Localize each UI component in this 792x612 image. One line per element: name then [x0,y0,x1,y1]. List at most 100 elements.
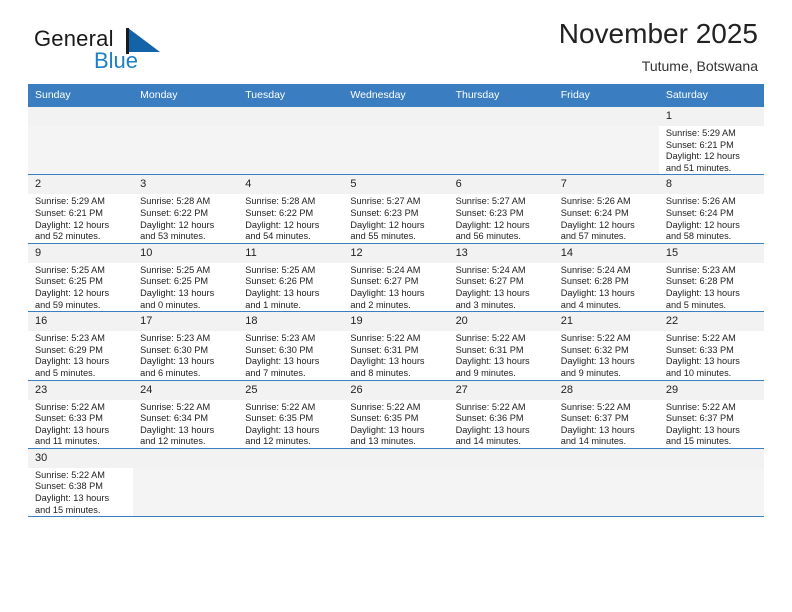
calendar-week-row: 30 Sunrise: 5:22 AM Sunset: 6:38 PM Dayligh… [28,447,764,518]
calendar-day-cell[interactable]: 20 Sunrise: 5:22 AM Sunset: 6:31 PM Dayligh… [448,311,554,381]
day-daylight-2-text: and 4 minutes. [560,299,621,310]
calendar-day-cell[interactable]: 19 Sunrise: 5:22 AM Sunset: 6:31 PM Dayligh… [343,311,449,381]
day-details: Sunrise: 5:26 AM Sunset: 6:24 PM Daylight:… [659,194,764,242]
day-sunset-text: Sunset: 6:36 PM [455,413,524,424]
day-sunrise-text: Sunrise: 5:23 AM [245,333,316,344]
calendar-day-cell-empty [28,105,134,176]
day-daylight-2-text: and 1 minute. [245,299,301,310]
day-daylight-1-text: Daylight: 12 hours [560,219,635,230]
day-cell-content [448,107,554,174]
day-details: Sunrise: 5:28 AM Sunset: 6:22 PM Daylight:… [133,194,238,242]
day-daylight-1-text: Daylight: 13 hours [560,424,635,435]
calendar-day-cell[interactable]: 28 Sunrise: 5:22 AM Sunset: 6:37 PM Dayligh… [553,379,659,449]
calendar-day-cell[interactable]: 7 Sunrise: 5:26 AM Sunset: 6:24 PM Daylight… [553,174,659,244]
day-sunrise-text: Sunrise: 5:22 AM [665,333,736,344]
calendar-day-cell[interactable]: 14 Sunrise: 5:24 AM Sunset: 6:28 PM Dayligh… [553,242,659,313]
calendar-day-cell[interactable]: 2 Sunrise: 5:29 AM Sunset: 6:21 PM Daylight… [28,174,134,244]
calendar-day-cell[interactable]: 6 Sunrise: 5:27 AM Sunset: 6:23 PM Daylight… [448,174,554,244]
day-number: 2 [28,175,134,195]
day-details: Sunrise: 5:26 AM Sunset: 6:24 PM Daylight:… [554,194,659,242]
day-sunrise-text: Sunrise: 5:22 AM [455,401,526,412]
calendar-day-cell-empty [343,105,449,176]
day-number: 7 [553,175,659,195]
calendar-day-cell[interactable]: 1 Sunrise: 5:29 AM Sunset: 6:21 PM Daylight… [658,105,764,176]
calendar-day-cell[interactable]: 4 Sunrise: 5:28 AM Sunset: 6:22 PM Daylight… [238,174,344,244]
day-daylight-2-text: and 59 minutes. [35,299,101,310]
day-details: Sunrise: 5:22 AM Sunset: 6:36 PM Daylight:… [449,400,554,448]
day-number: 28 [553,380,659,400]
calendar-day-cell[interactable]: 24 Sunrise: 5:22 AM Sunset: 6:34 PM Dayligh… [133,379,239,449]
day-cell-content [238,107,344,174]
day-sunrise-text: Sunrise: 5:27 AM [455,196,526,207]
calendar-day-cell[interactable]: 11 Sunrise: 5:25 AM Sunset: 6:26 PM Dayligh… [238,242,344,313]
calendar-day-cell[interactable]: 30 Sunrise: 5:22 AM Sunset: 6:38 PM Dayligh… [28,447,134,518]
day-daylight-2-text: and 52 minutes. [35,231,101,242]
calendar-day-cell[interactable]: 13 Sunrise: 5:24 AM Sunset: 6:27 PM Dayligh… [448,242,554,313]
calendar-day-cell[interactable]: 26 Sunrise: 5:22 AM Sunset: 6:35 PM Dayligh… [343,379,449,449]
calendar-day-cell[interactable]: 27 Sunrise: 5:22 AM Sunset: 6:36 PM Dayligh… [448,379,554,449]
day-daylight-1-text: Daylight: 13 hours [35,356,110,367]
day-cell-content: 4 Sunrise: 5:28 AM Sunset: 6:22 PM Daylight… [238,175,344,242]
day-details: Sunrise: 5:22 AM Sunset: 6:31 PM Daylight:… [343,331,448,379]
day-cell-content: 16 Sunrise: 5:23 AM Sunset: 6:29 PM Dayligh… [28,312,134,379]
calendar-day-cell[interactable]: 8 Sunrise: 5:26 AM Sunset: 6:24 PM Daylight… [658,174,764,244]
day-sunset-text: Sunset: 6:21 PM [35,207,103,218]
day-number [28,107,134,126]
calendar-day-cell[interactable]: 5 Sunrise: 5:27 AM Sunset: 6:23 PM Daylight… [343,174,449,244]
day-number: 24 [133,380,239,400]
day-details [238,468,343,470]
weekday-header-wednesday: Wednesday [343,84,449,107]
title-block: November 2025 Tutume, Botswana [559,18,758,74]
calendar-day-cell[interactable]: 12 Sunrise: 5:24 AM Sunset: 6:27 PM Dayligh… [343,242,449,313]
day-number: 4 [238,175,344,195]
day-sunrise-text: Sunrise: 5:22 AM [665,401,736,412]
day-cell-content: 29 Sunrise: 5:22 AM Sunset: 6:37 PM Dayligh… [658,380,764,448]
day-sunset-text: Sunset: 6:29 PM [35,344,103,355]
day-daylight-1-text: Daylight: 12 hours [350,219,425,230]
day-daylight-2-text: and 7 minutes. [245,367,306,378]
day-details: Sunrise: 5:29 AM Sunset: 6:21 PM Daylight:… [28,194,133,242]
day-sunset-text: Sunset: 6:35 PM [245,413,314,424]
day-details: Sunrise: 5:23 AM Sunset: 6:28 PM Daylight:… [659,263,764,311]
day-cell-content: 15 Sunrise: 5:23 AM Sunset: 6:28 PM Dayligh… [658,243,764,311]
calendar-day-cell[interactable]: 16 Sunrise: 5:23 AM Sunset: 6:29 PM Dayligh… [28,311,134,381]
calendar-day-cell[interactable]: 10 Sunrise: 5:25 AM Sunset: 6:25 PM Dayligh… [133,242,239,313]
calendar-day-cell[interactable]: 23 Sunrise: 5:22 AM Sunset: 6:33 PM Dayligh… [28,379,134,449]
calendar-day-cell[interactable]: 22 Sunrise: 5:22 AM Sunset: 6:33 PM Dayligh… [658,311,764,381]
calendar-day-cell-empty [553,105,659,176]
day-sunset-text: Sunset: 6:31 PM [455,344,524,355]
day-number: 6 [448,175,554,195]
day-details: Sunrise: 5:23 AM Sunset: 6:29 PM Daylight:… [28,331,133,379]
calendar-day-cell[interactable]: 3 Sunrise: 5:28 AM Sunset: 6:22 PM Daylight… [133,174,239,244]
day-daylight-1-text: Daylight: 12 hours [665,151,740,162]
day-daylight-2-text: and 14 minutes. [455,436,521,447]
day-daylight-2-text: and 5 minutes. [35,367,96,378]
calendar-day-cell[interactable]: 21 Sunrise: 5:22 AM Sunset: 6:32 PM Dayligh… [553,311,659,381]
day-cell-content: 30 Sunrise: 5:22 AM Sunset: 6:38 PM Dayligh… [28,448,134,516]
day-daylight-1-text: Daylight: 13 hours [35,493,110,504]
day-cell-content: 7 Sunrise: 5:26 AM Sunset: 6:24 PM Daylight… [553,175,659,242]
page-title: November 2025 [558,18,758,49]
calendar-day-cell[interactable]: 17 Sunrise: 5:23 AM Sunset: 6:30 PM Dayligh… [133,311,239,381]
day-sunset-text: Sunset: 6:21 PM [665,139,734,150]
day-sunrise-text: Sunrise: 5:29 AM [665,128,736,138]
day-details: Sunrise: 5:24 AM Sunset: 6:28 PM Daylight:… [554,263,659,311]
brand-logo[interactable]: General Blue [34,26,234,82]
calendar-day-cell[interactable]: 29 Sunrise: 5:22 AM Sunset: 6:37 PM Dayligh… [658,379,764,449]
day-daylight-2-text: and 53 minutes. [140,231,206,242]
day-sunset-text: Sunset: 6:34 PM [140,413,209,424]
day-daylight-2-text: and 15 minutes. [35,504,101,515]
calendar-day-cell[interactable]: 18 Sunrise: 5:23 AM Sunset: 6:30 PM Dayligh… [238,311,344,381]
calendar-day-cell[interactable]: 25 Sunrise: 5:22 AM Sunset: 6:35 PM Dayligh… [238,379,344,449]
day-daylight-2-text: and 55 minutes. [350,231,416,242]
day-details: Sunrise: 5:22 AM Sunset: 6:33 PM Daylight:… [659,331,764,379]
calendar-day-cell[interactable]: 9 Sunrise: 5:25 AM Sunset: 6:25 PM Daylight… [28,242,134,313]
day-daylight-1-text: Daylight: 13 hours [665,287,740,298]
day-number [448,448,554,468]
calendar-day-cell[interactable]: 15 Sunrise: 5:23 AM Sunset: 6:28 PM Dayligh… [658,242,764,313]
calendar-week-row: 16 Sunrise: 5:23 AM Sunset: 6:29 PM Dayligh… [28,311,764,381]
day-number [133,107,239,126]
day-number: 9 [28,243,134,263]
day-details: Sunrise: 5:25 AM Sunset: 6:25 PM Daylight:… [28,263,133,311]
day-daylight-2-text: and 0 minutes. [140,299,201,310]
